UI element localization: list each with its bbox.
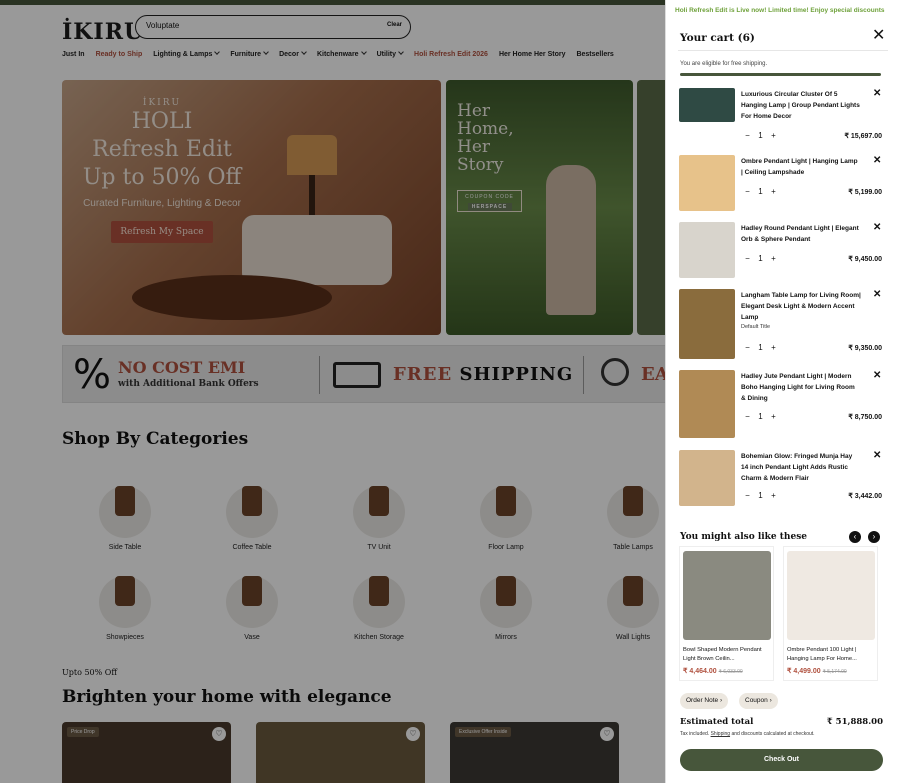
remove-item-icon[interactable]: ✕ — [873, 450, 881, 461]
recommendation-name: Bowl Shaped Modern Pendant Light Brown C… — [683, 647, 762, 662]
cart-item-image[interactable] — [679, 155, 735, 211]
tax-note-b: and discounts calculated at checkout. — [731, 731, 815, 737]
plus-button[interactable]: + — [767, 412, 780, 421]
cart-item-image[interactable] — [679, 370, 735, 438]
recommendation-was-price: ₹ 6,033.00 — [718, 669, 743, 675]
quantity-value: 1 — [758, 412, 763, 421]
coupon-button[interactable]: Coupon › — [739, 693, 778, 709]
cart-title: Your cart (6) — [680, 32, 755, 44]
quantity-stepper: −1 + — [741, 254, 780, 263]
free-shipping-message: You are eligible for free shipping. — [680, 61, 768, 67]
cart-item-price: ₹ 15,697.00 — [844, 133, 882, 140]
cart-item-price: ₹ 9,350.00 — [848, 345, 882, 352]
cart-item-price: ₹ 3,442.00 — [848, 493, 882, 500]
order-note-button[interactable]: Order Note › — [680, 693, 729, 709]
quantity-stepper: −1 + — [741, 343, 780, 352]
quantity-stepper: −1 + — [741, 412, 780, 421]
cart-item-variant: Default Title — [741, 324, 771, 330]
cart-item-image[interactable] — [679, 222, 735, 278]
tax-note: Tax included. Shipping and discounts cal… — [680, 731, 815, 737]
remove-item-icon[interactable]: ✕ — [873, 88, 881, 99]
quantity-value: 1 — [758, 131, 763, 140]
cart-item-name[interactable]: Hadley Jute Pendant Light | Modern Boho … — [741, 371, 861, 404]
tax-note-a: Tax included. — [680, 731, 710, 737]
recommendation-sale-price: ₹ 4,499.00 — [787, 668, 821, 675]
order-note-label: Order Note — [686, 697, 719, 704]
recommendation-name: Ombre Pendant 100 Light | Hanging Lamp F… — [787, 647, 857, 662]
cart-drawer: Holi Refresh Edit is Live now! Limited t… — [665, 0, 897, 783]
cart-item-price: ₹ 8,750.00 — [848, 414, 882, 421]
plus-button[interactable]: + — [767, 131, 780, 140]
cart-item-image[interactable] — [679, 88, 735, 122]
quantity-stepper: −1 + — [741, 131, 780, 140]
chevron-left-icon[interactable]: ‹ — [849, 531, 861, 543]
cart-item-price: ₹ 5,199.00 — [848, 189, 882, 196]
shipping-link[interactable]: Shipping — [711, 731, 730, 737]
recommendations-title: You might also like these — [680, 532, 807, 542]
minus-button[interactable]: − — [741, 187, 754, 196]
recommendation-price: ₹ 4,499.00 ₹ 5,174.00 — [787, 667, 874, 675]
promo-announcement: Holi Refresh Edit is Live now! Limited t… — [675, 7, 885, 14]
plus-button[interactable]: + — [767, 343, 780, 352]
quantity-value: 1 — [758, 254, 763, 263]
minus-button[interactable]: − — [741, 412, 754, 421]
chevron-right-icon[interactable]: › — [868, 531, 880, 543]
cart-item-name[interactable]: Hadley Round Pendant Light | Elegant Orb… — [741, 223, 861, 245]
cart-item-name[interactable]: Bohemian Glow: Fringed Munja Hay 14 inch… — [741, 451, 861, 484]
coupon-label: Coupon — [745, 697, 768, 704]
cart-item-image[interactable] — [679, 450, 735, 506]
recommendation-card[interactable]: Bowl Shaped Modern Pendant Light Brown C… — [679, 546, 774, 681]
remove-item-icon[interactable]: ✕ — [873, 370, 881, 381]
quantity-value: 1 — [758, 491, 763, 500]
cart-item-image[interactable] — [679, 289, 735, 359]
minus-button[interactable]: − — [741, 343, 754, 352]
recommendation-image — [786, 551, 875, 640]
minus-button[interactable]: − — [741, 254, 754, 263]
estimated-total-label: Estimated total — [680, 717, 754, 727]
recommendation-card[interactable]: Ombre Pendant 100 Light | Hanging Lamp F… — [783, 546, 878, 681]
recommendation-price: ₹ 4,464.00 ₹ 6,033.00 — [683, 667, 770, 675]
quantity-stepper: −1 + — [741, 187, 780, 196]
cart-item-name[interactable]: Langham Table Lamp for Living Room| Eleg… — [741, 290, 861, 323]
plus-button[interactable]: + — [767, 491, 780, 500]
free-shipping-progress-bar — [680, 73, 881, 76]
recommendation-sale-price: ₹ 4,464.00 — [683, 668, 717, 675]
cart-item-name[interactable]: Luxurious Circular Cluster Of 5 Hanging … — [741, 89, 861, 122]
estimated-total-value: ₹ 51,888.00 — [826, 717, 883, 727]
cart-item-price: ₹ 9,450.00 — [848, 256, 882, 263]
modal-backdrop[interactable] — [0, 0, 665, 783]
plus-button[interactable]: + — [767, 254, 780, 263]
quantity-value: 1 — [758, 343, 763, 352]
minus-button[interactable]: − — [741, 491, 754, 500]
recommendation-image — [682, 551, 771, 640]
plus-button[interactable]: + — [767, 187, 780, 196]
minus-button[interactable]: − — [741, 131, 754, 140]
remove-item-icon[interactable]: ✕ — [873, 155, 881, 166]
recommendation-was-price: ₹ 5,174.00 — [822, 669, 847, 675]
remove-item-icon[interactable]: ✕ — [873, 289, 881, 300]
divider — [678, 50, 888, 51]
quantity-value: 1 — [758, 187, 763, 196]
checkout-button[interactable]: Check Out — [680, 749, 883, 771]
close-icon[interactable]: ✕ — [872, 28, 885, 44]
cart-item-name[interactable]: Ombre Pendant Light | Hanging Lamp | Cei… — [741, 156, 861, 178]
quantity-stepper: −1 + — [741, 491, 780, 500]
remove-item-icon[interactable]: ✕ — [873, 222, 881, 233]
